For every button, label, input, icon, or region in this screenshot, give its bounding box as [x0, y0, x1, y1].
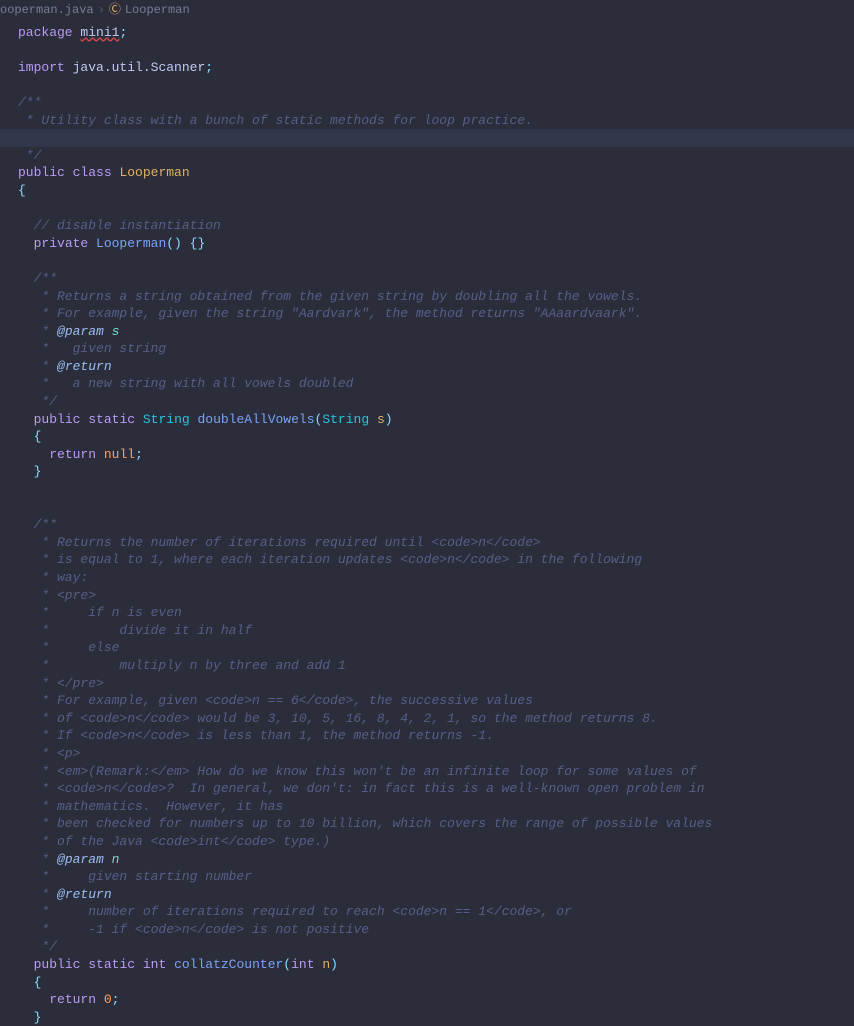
javadoc: * is equal to 1, where each iteration up…	[18, 552, 642, 567]
method-name: doubleAllVowels	[197, 412, 314, 427]
javadoc: * <em>(Remark:</em> How do we know this …	[18, 764, 697, 779]
javadoc: * way:	[18, 570, 88, 585]
kw-static: static	[88, 957, 135, 972]
javadoc: * multiply n by three and add 1	[18, 658, 346, 673]
kw-public: public	[34, 412, 81, 427]
kw-public: public	[34, 957, 81, 972]
javadoc: * else	[18, 640, 119, 655]
javadoc: * number of iterations required to reach…	[18, 904, 572, 919]
kw-package: package	[18, 25, 73, 40]
param-name: s	[377, 412, 385, 427]
javadoc: * <p>	[18, 746, 80, 761]
javadoc: /**	[18, 271, 57, 286]
kw-import: import	[18, 60, 65, 75]
param-type: String	[322, 412, 369, 427]
kw-return: return	[49, 447, 96, 462]
javadoc: /**	[18, 517, 57, 532]
javadoc: * For example, given <code>n == 6</code>…	[18, 693, 533, 708]
brace: }	[18, 464, 41, 479]
param-name: n	[322, 957, 330, 972]
javadoc: */	[18, 148, 41, 163]
ctor-rest: () {}	[166, 236, 205, 251]
javadoc: *	[18, 852, 57, 867]
kw-public: public	[18, 165, 65, 180]
num-literal: 0	[104, 992, 112, 1007]
breadcrumb[interactable]: ooperman.java › Ⓒ Looperman	[0, 0, 854, 24]
javadoc-tag: @return	[57, 887, 112, 902]
null-literal: null	[104, 447, 135, 462]
javadoc-var: n	[112, 852, 120, 867]
semi: ;	[119, 25, 127, 40]
type-int: int	[143, 957, 166, 972]
javadoc: * For example, given the string "Aardvar…	[18, 306, 642, 321]
ctor-name: Looperman	[96, 236, 166, 251]
comment: // disable instantiation	[18, 218, 221, 233]
javadoc: */	[18, 394, 57, 409]
kw-class: class	[73, 165, 112, 180]
javadoc: * Utility class with a bunch of static m…	[18, 113, 533, 128]
kw-static: static	[88, 412, 135, 427]
param-type: int	[291, 957, 314, 972]
pkg-name: mini1	[80, 25, 119, 40]
brace: {	[18, 429, 41, 444]
javadoc: *	[18, 359, 57, 374]
paren: )	[330, 957, 338, 972]
brace: {	[18, 975, 41, 990]
javadoc-var: s	[112, 324, 120, 339]
brace: }	[18, 1010, 41, 1025]
javadoc: * if n is even	[18, 605, 182, 620]
brace: {	[18, 183, 26, 198]
javadoc: * been checked for numbers up to 10 bill…	[18, 816, 712, 831]
javadoc: * mathematics. However, it has	[18, 799, 283, 814]
javadoc: *	[18, 887, 57, 902]
javadoc: * Returns the number of iterations requi…	[18, 535, 541, 550]
javadoc-tag: @return	[57, 359, 112, 374]
javadoc: * </pre>	[18, 676, 104, 691]
javadoc: * given starting number	[18, 869, 252, 884]
paren: (	[283, 957, 291, 972]
breadcrumb-class[interactable]: Looperman	[125, 3, 190, 17]
javadoc: * -1 if <code>n</code> is not positive	[18, 922, 369, 937]
kw-private: private	[34, 236, 89, 251]
javadoc-tag: @param	[57, 852, 104, 867]
javadoc: * Returns a string obtained from the giv…	[18, 289, 642, 304]
code-editor[interactable]: package mini1; import java.util.Scanner;…	[0, 24, 854, 1026]
class-name: Looperman	[119, 165, 189, 180]
paren: )	[385, 412, 393, 427]
semi: ;	[205, 60, 213, 75]
javadoc: * a new string with all vowels doubled	[18, 376, 353, 391]
breadcrumb-file[interactable]: ooperman.java	[0, 3, 94, 17]
javadoc: * If <code>n</code> is less than 1, the …	[18, 728, 494, 743]
type-string: String	[143, 412, 190, 427]
breadcrumb-sep: ›	[98, 3, 105, 17]
javadoc: /**	[18, 95, 41, 110]
javadoc: * of <code>n</code> would be 3, 10, 5, 1…	[18, 711, 658, 726]
kw-return: return	[49, 992, 96, 1007]
javadoc: */	[18, 939, 57, 954]
javadoc: * given string	[18, 341, 166, 356]
method-name: collatzCounter	[174, 957, 283, 972]
semi: ;	[135, 447, 143, 462]
javadoc: * of the Java <code>int</code> type.)	[18, 834, 330, 849]
javadoc: * divide it in half	[18, 623, 252, 638]
javadoc: * <code>n</code>? In general, we don't: …	[18, 781, 705, 796]
javadoc-tag: @param	[57, 324, 104, 339]
semi: ;	[112, 992, 120, 1007]
javadoc: * <pre>	[18, 588, 96, 603]
import-path: java.util.Scanner	[73, 60, 206, 75]
class-icon: Ⓒ	[109, 3, 121, 17]
javadoc: *	[18, 324, 57, 339]
